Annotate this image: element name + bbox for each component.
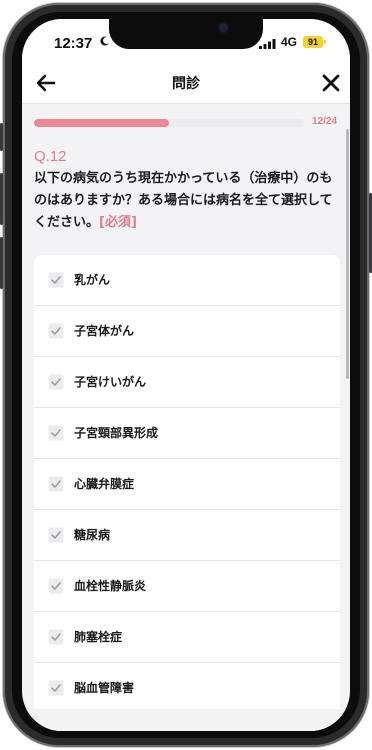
progress-label: 12/24 <box>312 116 338 127</box>
checkbox-icon[interactable] <box>48 323 64 339</box>
camera-icon <box>219 23 228 32</box>
option-label: 糖尿病 <box>74 528 111 542</box>
progress-bar <box>34 119 304 127</box>
progress-fill <box>34 119 169 127</box>
question-number: Q.12 <box>34 148 67 165</box>
option-list: 乳がん 子宮体がん 子宮けいがん 子宮頸部異形成 心臓弁膜症 糖尿病 血栓性静脈… <box>34 255 340 731</box>
option-label: 脳血管障害 <box>74 681 135 695</box>
option-item[interactable]: 糖尿病 <box>34 510 340 561</box>
option-label: 乳がん <box>74 273 111 287</box>
option-item[interactable]: 子宮けいがん <box>34 357 340 408</box>
battery-tip <box>324 40 326 44</box>
option-item[interactable]: 子宮体がん <box>34 306 340 357</box>
volume-up-button <box>0 173 3 225</box>
scrollbar[interactable] <box>346 129 349 379</box>
network-type: 4G <box>281 35 298 49</box>
option-item[interactable]: 肺塞栓症 <box>34 612 340 663</box>
volume-down-button <box>0 237 3 289</box>
option-item[interactable]: 心臓弁膜症 <box>34 459 340 510</box>
option-label: 子宮けいがん <box>74 375 147 389</box>
option-label: 血栓性静脈炎 <box>74 579 147 593</box>
checkbox-icon[interactable] <box>48 374 64 390</box>
checkbox-icon[interactable] <box>48 527 64 543</box>
battery-icon: 91 <box>303 36 323 48</box>
option-item[interactable]: 乳がん <box>34 255 340 306</box>
status-time: 12:37 <box>54 35 93 52</box>
screen: 12:37 4G 91 問診 12/24 Q.12 以下の病気のうち現在かかって… <box>22 19 350 731</box>
option-label: 心臓弁膜症 <box>74 477 135 491</box>
mute-switch <box>0 123 3 151</box>
checkbox-icon[interactable] <box>48 272 64 288</box>
bottom-area <box>22 709 350 731</box>
option-item[interactable]: 血栓性静脈炎 <box>34 561 340 612</box>
option-label: 肺塞栓症 <box>74 630 123 644</box>
signal-icon <box>259 39 276 49</box>
option-item[interactable]: 脳血管障害 <box>34 663 340 714</box>
moon-icon <box>100 36 109 46</box>
required-badge: [必須] <box>99 215 137 230</box>
close-icon[interactable] <box>319 71 343 95</box>
notch <box>109 19 263 49</box>
checkbox-icon[interactable] <box>48 578 64 594</box>
option-label: 子宮体がん <box>74 324 135 338</box>
option-item[interactable]: 子宮頸部異形成 <box>34 408 340 459</box>
checkbox-icon[interactable] <box>48 629 64 645</box>
question-body: 以下の病気のうち現在かかっている（治療中）のものはありますか？ある場合には病名を… <box>34 171 333 230</box>
option-label: 子宮頸部異形成 <box>74 426 159 440</box>
question-text: 以下の病気のうち現在かかっている（治療中）のものはありますか？ある場合には病名を… <box>34 168 340 234</box>
header: 問診 <box>22 63 350 104</box>
checkbox-icon[interactable] <box>48 476 64 492</box>
checkbox-icon[interactable] <box>48 680 64 696</box>
page-title: 問診 <box>172 76 200 92</box>
checkbox-icon[interactable] <box>48 425 64 441</box>
